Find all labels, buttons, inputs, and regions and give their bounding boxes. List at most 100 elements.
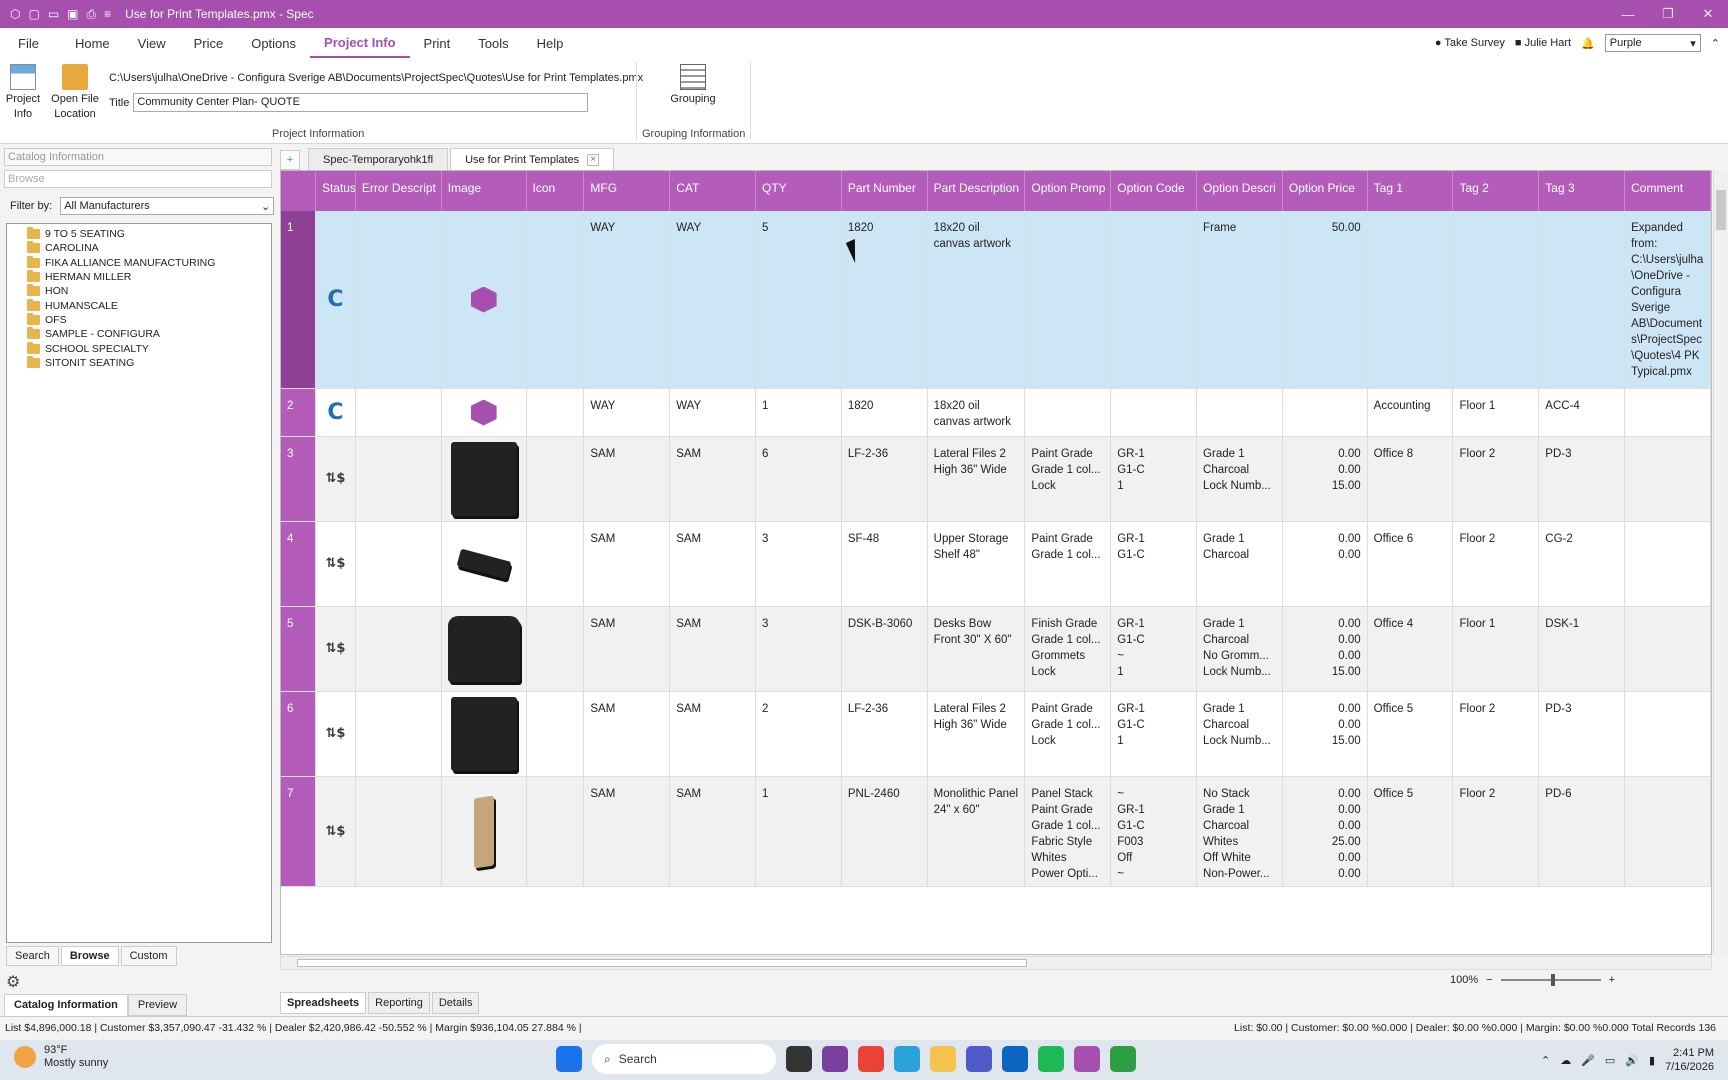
tag-2-cell[interactable]: Floor 2 xyxy=(1453,437,1540,521)
column-header-option-description[interactable]: Option Descri xyxy=(1197,171,1283,211)
tag-1-cell[interactable]: Office 6 xyxy=(1368,522,1454,606)
tag-2-cell[interactable]: Floor 1 xyxy=(1453,607,1540,691)
chrome-icon[interactable] xyxy=(858,1046,884,1072)
table-row[interactable]: 7 ⇅$ SAM SAM 1 PNL-2460 Monolithic Panel 24" x… xyxy=(281,777,1711,887)
menu-home[interactable]: Home xyxy=(61,28,124,58)
tag-2-cell[interactable] xyxy=(1453,211,1540,388)
option-description-cell[interactable]: Grade 1 Charcoal Lock Numb... xyxy=(1197,437,1283,521)
tag-1-cell[interactable]: Office 5 xyxy=(1368,692,1454,776)
teams-icon[interactable] xyxy=(966,1046,992,1072)
option-description-cell[interactable] xyxy=(1197,389,1283,436)
tab-details[interactable]: Details xyxy=(431,992,480,1014)
column-header-icon[interactable]: Icon xyxy=(527,171,585,211)
tree-item[interactable]: OFS xyxy=(7,312,271,327)
save-icon[interactable]: ▣ xyxy=(67,7,78,21)
chevron-up-icon[interactable]: ⌃ xyxy=(1541,1054,1550,1067)
part-number-cell[interactable]: PNL-2460 xyxy=(841,777,928,886)
menu-tools[interactable]: Tools xyxy=(464,28,522,58)
part-number-cell[interactable]: LF-2-36 xyxy=(841,437,928,521)
table-row[interactable]: 5 ⇅$ SAM SAM 3 DSK-B-3060 Desks Bow Front 30" … xyxy=(281,607,1711,692)
open-file-location-button[interactable]: Open File Location xyxy=(50,64,100,122)
tag-2-cell[interactable]: Floor 2 xyxy=(1453,692,1540,776)
tree-item[interactable]: CAROLINA xyxy=(7,241,271,255)
tag-2-cell[interactable]: Floor 2 xyxy=(1453,777,1540,886)
menu-file[interactable]: File xyxy=(0,28,61,58)
menu-view[interactable]: View xyxy=(124,28,180,58)
customize-icon[interactable]: ≡ xyxy=(104,7,111,21)
tag-1-cell[interactable]: Accounting xyxy=(1368,389,1454,436)
outlook-icon[interactable] xyxy=(1002,1046,1028,1072)
row-number[interactable]: 4 xyxy=(281,522,316,606)
close-tab-icon[interactable]: × xyxy=(587,153,600,166)
zoom-out-icon[interactable]: − xyxy=(1486,974,1492,986)
table-row[interactable]: 4 ⇅$ SAM SAM 3 SF-48 Upper Storage Shelf 48" Pa… xyxy=(281,522,1711,607)
edge-icon[interactable] xyxy=(894,1046,920,1072)
mfg-cell[interactable]: SAM xyxy=(584,522,671,606)
option-description-cell[interactable]: No Stack Grade 1 Charcoal Whites Off Whi… xyxy=(1197,777,1283,886)
row-number[interactable]: 2 xyxy=(281,389,316,436)
zoom-in-icon[interactable]: + xyxy=(1609,974,1615,986)
cat-cell[interactable]: SAM xyxy=(670,777,757,886)
print-icon[interactable]: ⎙ xyxy=(87,7,97,22)
qty-cell[interactable]: 1 xyxy=(756,777,842,886)
browse-input[interactable]: Browse xyxy=(4,170,272,188)
tag-3-cell[interactable]: PD-3 xyxy=(1539,692,1626,776)
close-button[interactable]: ✕ xyxy=(1688,0,1728,28)
mfg-cell[interactable]: WAY xyxy=(584,211,671,388)
tag-3-cell[interactable]: PD-6 xyxy=(1539,777,1626,886)
table-row[interactable]: 3 ⇅$ SAM SAM 6 LF-2-36 Lateral Files 2 High 36… xyxy=(281,437,1711,522)
part-number-cell[interactable]: SF-48 xyxy=(842,522,928,606)
tab-browse[interactable]: Browse xyxy=(60,946,119,966)
mfg-cell[interactable]: SAM xyxy=(584,607,671,691)
cat-cell[interactable]: WAY xyxy=(670,211,757,388)
table-row[interactable]: 1 C WAY WAY 5 1820 18x20 oil canvas artwork Fra… xyxy=(281,211,1711,389)
tab-spec-temporary[interactable]: Spec-Temporaryohk1fl xyxy=(308,148,449,170)
part-number-cell[interactable]: LF-2-36 xyxy=(842,692,928,776)
column-header-error-description[interactable]: Error Descript xyxy=(356,171,442,211)
column-header-part-description[interactable]: Part Description xyxy=(928,171,1026,211)
qty-cell[interactable]: 1 xyxy=(756,389,842,436)
comment-cell[interactable] xyxy=(1625,389,1711,436)
tag-2-cell[interactable]: Floor 2 xyxy=(1453,522,1540,606)
column-header-status[interactable]: Status xyxy=(316,171,356,211)
open-file-icon[interactable]: ▭ xyxy=(48,7,59,21)
tag-3-cell[interactable]: CG-2 xyxy=(1539,522,1626,606)
new-file-icon[interactable]: ▢ xyxy=(28,7,39,21)
user-button[interactable]: ■ Julie Hart xyxy=(1515,37,1571,49)
option-prompt-cell[interactable] xyxy=(1025,389,1112,436)
column-header-option-price[interactable]: Option Price xyxy=(1283,171,1368,211)
column-header-tag-1[interactable]: Tag 1 xyxy=(1368,171,1454,211)
part-description-cell[interactable]: 18x20 oil canvas artwork xyxy=(928,389,1026,436)
qty-cell[interactable]: 5 xyxy=(756,211,842,388)
file-explorer-icon[interactable] xyxy=(930,1046,956,1072)
take-survey-button[interactable]: ● Take Survey xyxy=(1435,37,1505,49)
row-number[interactable]: 6 xyxy=(281,692,316,776)
tree-item[interactable]: SITONIT SEATING xyxy=(7,355,271,370)
mfg-cell[interactable]: SAM xyxy=(584,777,671,886)
menu-help[interactable]: Help xyxy=(523,28,578,58)
scroll-thumb[interactable] xyxy=(1716,190,1726,230)
column-header-part-number[interactable]: Part Number xyxy=(842,171,928,211)
app-icon[interactable] xyxy=(822,1046,848,1072)
option-code-cell[interactable]: GR-1 G1-C 1 xyxy=(1111,437,1198,521)
minimize-button[interactable]: — xyxy=(1608,0,1648,28)
comment-cell[interactable] xyxy=(1625,437,1711,521)
mfg-cell[interactable]: SAM xyxy=(584,692,671,776)
mfg-cell[interactable]: SAM xyxy=(584,437,671,521)
restore-button[interactable]: ❐ xyxy=(1648,0,1688,28)
manufacturer-filter-select[interactable]: All Manufacturers ⌄ xyxy=(60,197,275,215)
option-prompt-cell[interactable]: Panel Stack Paint Grade Grade 1 col... F… xyxy=(1025,777,1112,886)
option-price-cell[interactable]: 0.00 0.00 15.00 xyxy=(1282,437,1368,521)
notification-icon[interactable]: 🔔 xyxy=(1581,37,1595,50)
cat-cell[interactable]: SAM xyxy=(670,437,757,521)
tree-item[interactable]: FIKA ALLIANCE MANUFACTURING xyxy=(7,255,271,270)
start-icon[interactable] xyxy=(556,1046,582,1072)
mfg-cell[interactable]: WAY xyxy=(584,389,671,436)
column-header-tag-2[interactable]: Tag 2 xyxy=(1453,171,1540,211)
option-description-cell[interactable]: Grade 1 Charcoal xyxy=(1197,522,1283,606)
option-price-cell[interactable] xyxy=(1283,389,1368,436)
tag-1-cell[interactable] xyxy=(1367,211,1454,388)
option-prompt-cell[interactable]: Paint Grade Grade 1 col... Lock xyxy=(1025,692,1112,776)
qty-cell[interactable]: 3 xyxy=(756,522,842,606)
tab-search[interactable]: Search xyxy=(6,946,59,966)
